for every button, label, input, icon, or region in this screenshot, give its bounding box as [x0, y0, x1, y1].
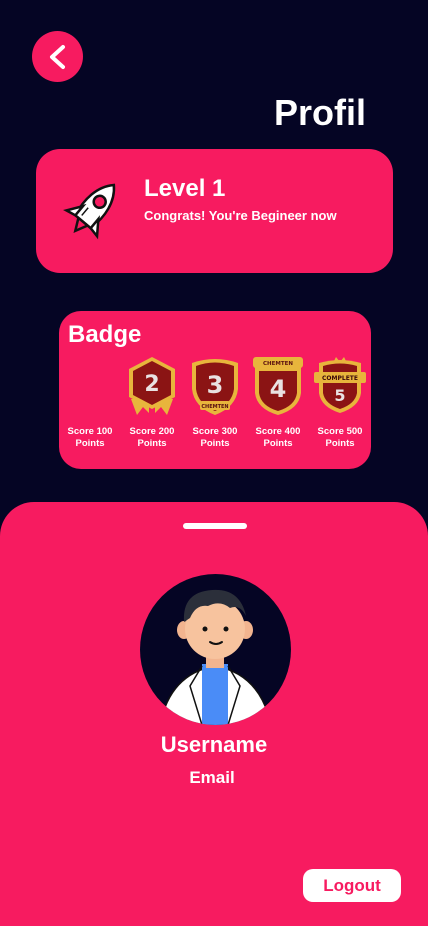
- level-title: Level 1: [144, 175, 226, 202]
- badge-caption: Score 100 Points: [67, 426, 113, 449]
- page-title: Profil: [273, 92, 366, 133]
- avatar-illustration: [159, 589, 272, 725]
- badge-caption: Score 300 Points: [192, 426, 238, 449]
- badge-2-icon: 2: [129, 357, 175, 415]
- badge-caption: Score 200 Points: [129, 426, 175, 449]
- badge-item[interactable]: 3 CHEMTEN Score 300 Points: [184, 355, 246, 465]
- profile-sheet: Username Email Logout: [0, 502, 428, 926]
- back-button[interactable]: [32, 31, 83, 82]
- avatar: [140, 574, 291, 725]
- badge-item[interactable]: Score 100 Points: [59, 355, 121, 465]
- level-card: Level 1 Congrats! You're Begineer now: [36, 149, 393, 273]
- badge-card: Badge Score 100 Points 2 Score 200 Point…: [59, 311, 371, 469]
- badge-number: 3: [207, 371, 224, 399]
- badge-4-icon: CHEMTEN 4: [253, 357, 303, 415]
- chevron-left-icon: [49, 44, 65, 69]
- email: Email: [189, 768, 235, 787]
- username: Username: [160, 732, 268, 757]
- badge-ribbon-text: COMPLETE: [322, 375, 358, 382]
- logout-button[interactable]: Logout: [303, 869, 401, 902]
- badge-ribbon-text: CHEMTEN: [201, 404, 228, 410]
- badge-item[interactable]: COMPLETE 5 Score 500 Points: [309, 355, 371, 465]
- badge-item[interactable]: CHEMTEN 4 Score 400 Points: [247, 355, 309, 465]
- rocket-icon: [63, 183, 116, 240]
- badge-ribbon-text: CHEMTEN: [263, 361, 293, 367]
- level-message: Congrats! You're Begineer now: [144, 208, 337, 223]
- badge-number: 5: [334, 386, 345, 405]
- badge-caption: Score 500 Points: [317, 426, 363, 449]
- badge-5-icon: COMPLETE 5: [314, 357, 366, 413]
- badge-section-title: Badge: [68, 321, 142, 348]
- badge-number: 2: [144, 372, 159, 397]
- sheet-handle[interactable]: [183, 523, 247, 529]
- badge-caption: Score 400 Points: [255, 426, 301, 449]
- badge-item[interactable]: 2 Score 200 Points: [121, 355, 183, 465]
- badge-3-icon: 3 CHEMTEN: [192, 359, 238, 415]
- badge-number: 4: [270, 375, 287, 403]
